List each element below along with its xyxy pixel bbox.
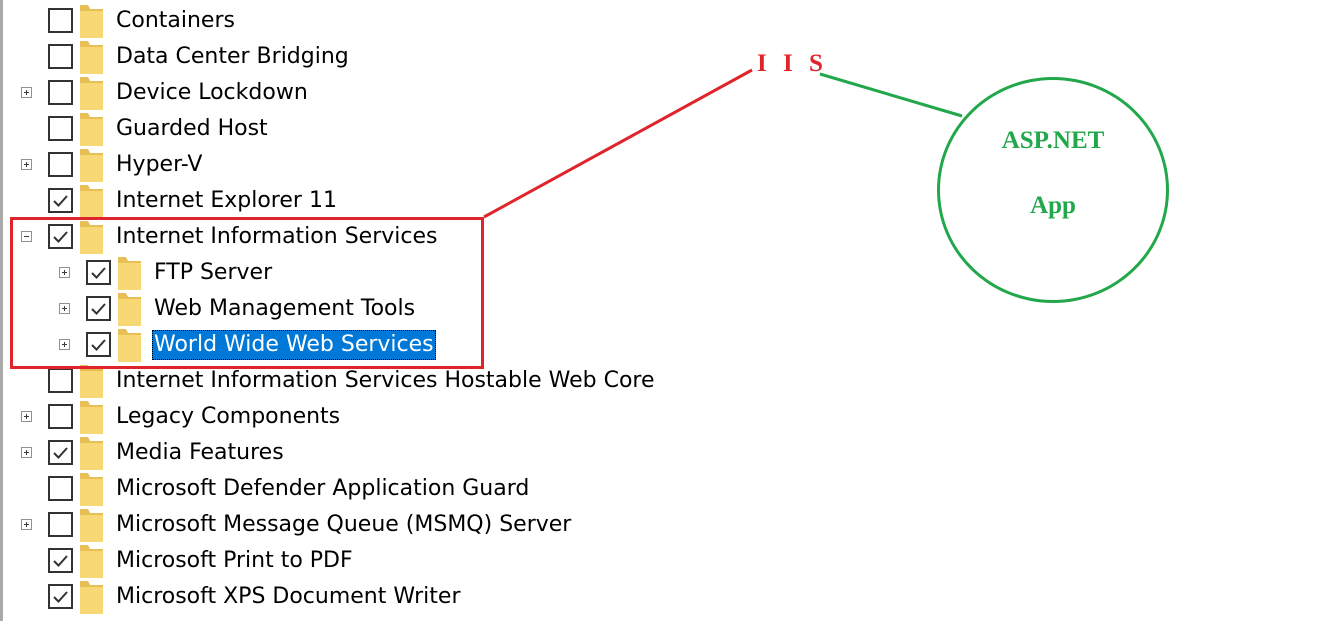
asp-connector-line [819, 72, 963, 118]
asp-net-app-circle: ASP.NET App [937, 77, 1169, 303]
annotation-connectors [483, 68, 963, 219]
iis-annotation-label: I I S [757, 50, 828, 77]
circle-title: ASP.NET [1001, 127, 1105, 154]
iis-connector-line [483, 68, 753, 219]
circle-subtitle: App [1030, 192, 1076, 219]
